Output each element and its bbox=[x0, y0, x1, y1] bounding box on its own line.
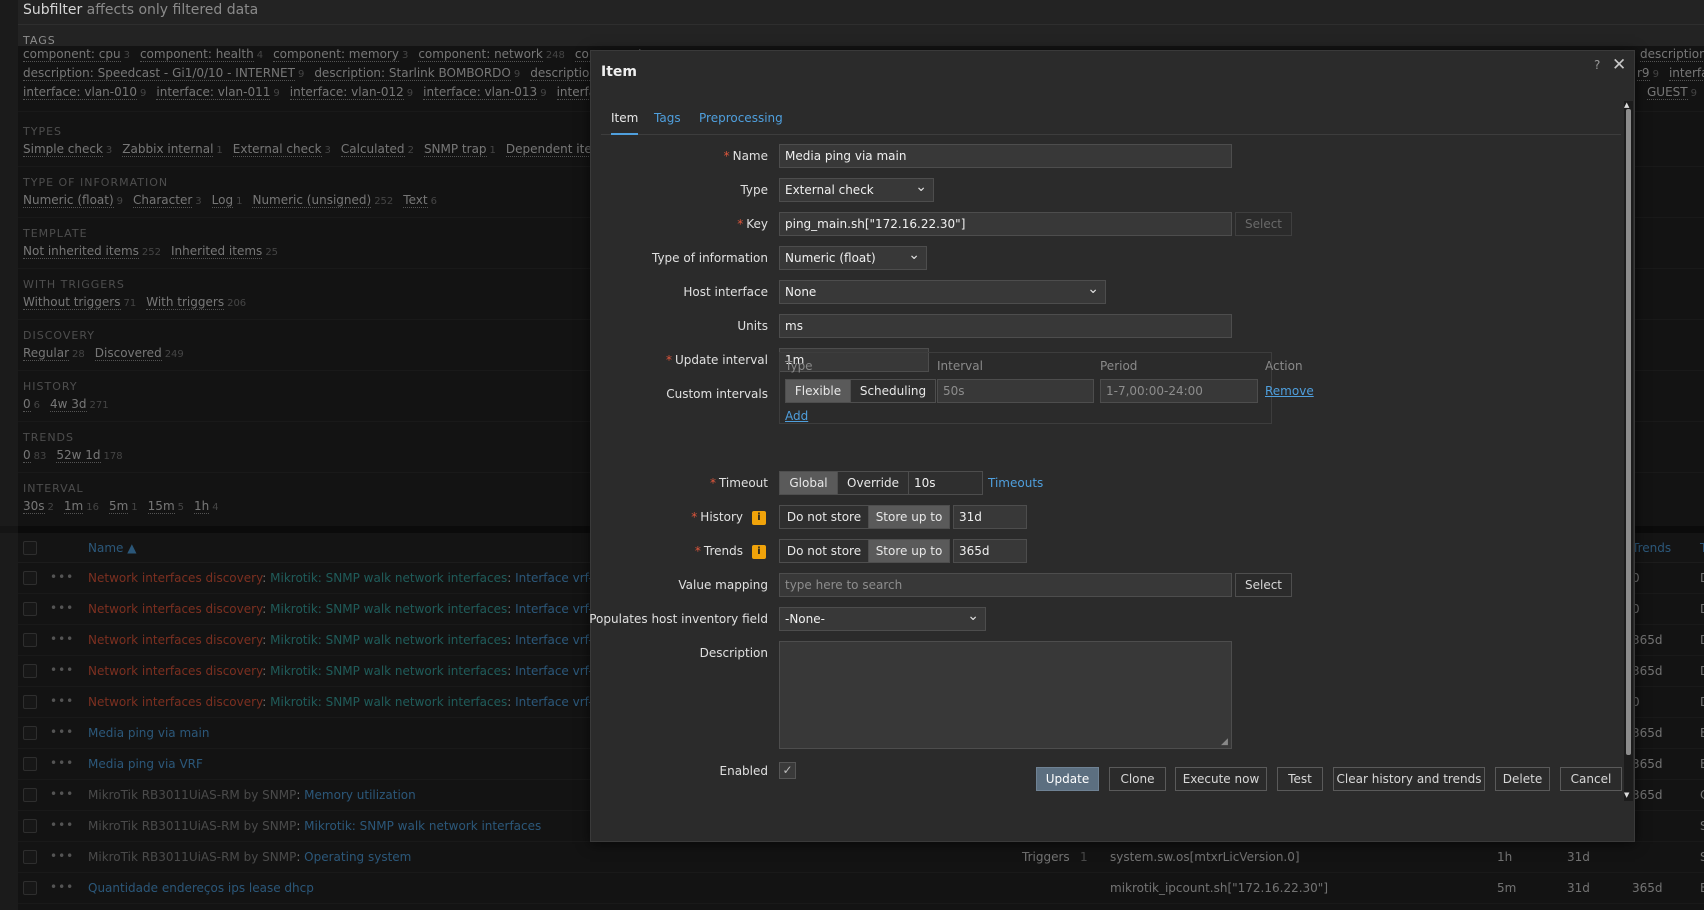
test-button[interactable]: Test bbox=[1277, 767, 1323, 791]
cancel-button[interactable]: Cancel bbox=[1560, 767, 1622, 791]
history-store-up-to-button[interactable]: Store up to bbox=[868, 505, 950, 529]
name-input[interactable]: Media ping via main bbox=[779, 144, 1232, 168]
enabled-label: Enabled bbox=[719, 764, 769, 778]
custom-intervals-table: Type Interval Period Action Flexible Sch… bbox=[779, 352, 1314, 424]
delete-button[interactable]: Delete bbox=[1495, 767, 1550, 791]
left-strip bbox=[0, 0, 18, 910]
key-select-button[interactable]: Select bbox=[1235, 212, 1292, 236]
key-input[interactable]: ping_main.sh["172.16.22.30"] bbox=[779, 212, 1232, 236]
type-select[interactable]: External check bbox=[779, 178, 934, 202]
units-label: Units bbox=[737, 319, 768, 333]
trends-do-not-store-button[interactable]: Do not store bbox=[779, 539, 869, 563]
trends-label: * Trends bbox=[694, 544, 743, 558]
trends-store-up-to-button[interactable]: Store up to bbox=[868, 539, 950, 563]
scroll-down-icon[interactable]: ▼ bbox=[1624, 791, 1629, 799]
value-mapping-input[interactable]: type here to search bbox=[779, 573, 1232, 597]
subfilter-label: Subfilter bbox=[23, 2, 83, 18]
history-info-icon[interactable]: i bbox=[752, 511, 766, 525]
timeouts-link[interactable]: Timeouts bbox=[988, 476, 1043, 490]
ci-header-period: Period bbox=[1100, 359, 1138, 373]
ci-scheduling-button[interactable]: Scheduling bbox=[850, 379, 936, 403]
timeout-input[interactable]: 10s bbox=[908, 471, 983, 495]
inventory-field-select[interactable]: -None- bbox=[779, 607, 986, 631]
ci-header-interval: Interval bbox=[937, 359, 983, 373]
units-input[interactable]: ms bbox=[779, 314, 1232, 338]
enabled-checkbox[interactable]: ✓ bbox=[779, 762, 796, 779]
help-icon[interactable]: ? bbox=[1594, 58, 1600, 72]
ci-header-action: Action bbox=[1265, 359, 1303, 373]
custom-intervals-label: Custom intervals bbox=[666, 387, 768, 401]
timeout-label: * Timeout bbox=[709, 476, 768, 490]
trends-input[interactable]: 365d bbox=[953, 539, 1027, 563]
update-interval-label: * Update interval bbox=[665, 353, 768, 367]
type-label: Type bbox=[740, 183, 768, 197]
divider bbox=[18, 24, 1704, 25]
subfilter-subtitle: affects only filtered data bbox=[86, 2, 259, 18]
close-icon[interactable]: ✕ bbox=[1612, 55, 1626, 75]
subfilter-title: Subfilter affects only filtered data bbox=[23, 2, 258, 18]
history-input[interactable]: 31d bbox=[953, 505, 1027, 529]
key-label: * Key bbox=[737, 217, 768, 231]
history-do-not-store-button[interactable]: Do not store bbox=[779, 505, 869, 529]
timeout-global-button[interactable]: Global bbox=[779, 471, 838, 495]
update-button[interactable]: Update bbox=[1036, 767, 1099, 791]
ci-flexible-button[interactable]: Flexible bbox=[785, 379, 851, 403]
value-mapping-select-button[interactable]: Select bbox=[1235, 573, 1292, 597]
clone-button[interactable]: Clone bbox=[1109, 767, 1166, 791]
host-interface-label: Host interface bbox=[683, 285, 768, 299]
scrollbar-thumb[interactable] bbox=[1626, 109, 1631, 755]
form-labels: * Name Type * Key Type of information Host… bbox=[589, 51, 768, 841]
clear-history-and-trends-button[interactable]: Clear history and trends bbox=[1333, 767, 1485, 791]
type-of-information-select[interactable]: Numeric (float) bbox=[779, 246, 927, 270]
timeout-override-button[interactable]: Override bbox=[837, 471, 909, 495]
item-dialog: Item ? ✕ Item Tags Preprocessing ▲ ▼ * Na… bbox=[589, 50, 1635, 842]
history-label: * History bbox=[691, 510, 743, 524]
resize-handle-icon[interactable]: ◢ bbox=[1221, 737, 1228, 747]
description-label: Description bbox=[699, 646, 768, 660]
ci-period-input[interactable]: 1-7,00:00-24:00 bbox=[1100, 379, 1258, 403]
ci-interval-input[interactable]: 50s bbox=[937, 379, 1094, 403]
value-mapping-label: Value mapping bbox=[678, 578, 768, 592]
execute-now-button[interactable]: Execute now bbox=[1175, 767, 1267, 791]
trends-info-icon[interactable]: i bbox=[752, 545, 766, 559]
description-textarea[interactable] bbox=[779, 641, 1232, 749]
inventory-field-label: Populates host inventory field bbox=[589, 612, 768, 626]
name-label: * Name bbox=[723, 149, 768, 163]
ci-add-link[interactable]: Add bbox=[785, 409, 808, 423]
scroll-up-icon[interactable]: ▲ bbox=[1624, 101, 1629, 109]
ci-remove-link[interactable]: Remove bbox=[1265, 384, 1314, 398]
type-of-information-label: Type of information bbox=[651, 251, 768, 265]
host-interface-select[interactable]: None bbox=[779, 280, 1106, 304]
ci-header-type: Type bbox=[785, 359, 813, 373]
